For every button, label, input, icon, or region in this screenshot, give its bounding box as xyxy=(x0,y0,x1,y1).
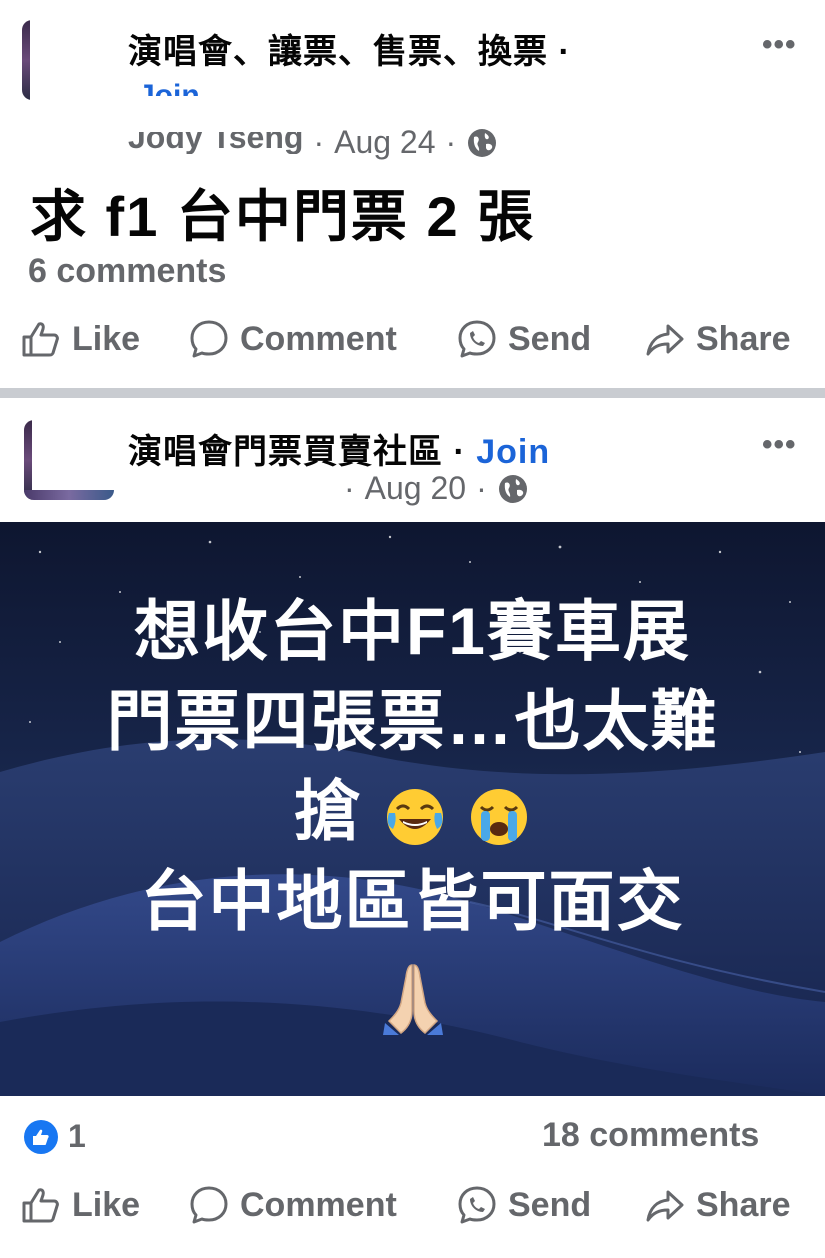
post-1: 演唱會、讓票、售票、換票 · Join ••• Jody Tseng · Aug… xyxy=(0,0,825,388)
join-link[interactable]: Join xyxy=(476,433,550,471)
like-reaction-icon xyxy=(24,1119,58,1154)
thumbs-up-icon xyxy=(22,1188,59,1223)
caption-line-5 xyxy=(0,946,825,1036)
caption-line-1: 想收台中F1賽車展 xyxy=(133,594,692,668)
caption-line-3-text: 搶 xyxy=(294,774,363,848)
post-text: 求 f1 台中門票 2 張 xyxy=(30,185,536,248)
action-bar: Like Comment Send Share xyxy=(0,318,825,378)
group-avatar[interactable] xyxy=(24,420,114,500)
loudly-crying-emoji xyxy=(470,788,527,845)
share-button[interactable]: Share xyxy=(644,318,791,360)
post-meta: Jody Tseng · Aug 24 · xyxy=(128,124,498,161)
reaction-summary[interactable]: 1 xyxy=(24,1118,86,1155)
like-button[interactable]: Like xyxy=(20,318,140,360)
like-label: Like xyxy=(72,1185,141,1224)
meta-dot: · xyxy=(445,124,457,160)
comment-label: Comment xyxy=(240,319,397,358)
tears-of-joy-emoji xyxy=(386,788,443,845)
thumbs-up-icon xyxy=(22,322,59,357)
image-caption: 想收台中F1賽車展 門票四張票…也太難 搶 台中地區皆可面交 xyxy=(0,586,825,1036)
folded-hands-emoji xyxy=(382,963,443,1035)
globe-icon xyxy=(468,128,497,157)
group-name-text: 演唱會門票買賣社區 · xyxy=(128,433,466,471)
post-date[interactable]: Aug 24 xyxy=(334,124,435,161)
group-name[interactable]: 演唱會、讓票、售票、換票 · xyxy=(128,24,571,73)
action-bar: Like Comment Send Share xyxy=(0,1184,825,1244)
globe-icon xyxy=(498,474,527,503)
like-button[interactable]: Like xyxy=(20,1184,140,1226)
post-separator xyxy=(0,388,825,398)
share-button[interactable]: Share xyxy=(644,1184,791,1226)
comment-button[interactable]: Comment xyxy=(188,318,397,360)
share-label: Share xyxy=(696,319,791,358)
meta-dot: · xyxy=(476,470,487,506)
send-label: Send xyxy=(508,1185,592,1224)
messenger-icon xyxy=(458,1186,496,1224)
author-name[interactable]: Jody Tseng xyxy=(128,132,303,154)
share-arrow-icon xyxy=(646,324,684,356)
more-options-icon[interactable]: ••• xyxy=(762,428,797,462)
post-2: 演唱會門票買賣社區 · Join ••• · Aug 20 · 想收台中F1賽車… xyxy=(0,398,825,1258)
send-label: Send xyxy=(508,319,592,358)
caption-line-2: 門票四張票…也太難 xyxy=(106,684,719,758)
join-link[interactable]: Join xyxy=(138,82,200,96)
share-arrow-icon xyxy=(646,1190,684,1222)
post-date[interactable]: Aug 20 xyxy=(365,470,466,507)
more-options-icon[interactable]: ••• xyxy=(762,28,797,62)
messenger-icon xyxy=(458,320,496,358)
share-label: Share xyxy=(696,1185,791,1224)
send-button[interactable]: Send xyxy=(456,1184,591,1226)
send-button[interactable]: Send xyxy=(456,318,591,360)
like-label: Like xyxy=(72,319,141,358)
comment-button[interactable]: Comment xyxy=(188,1184,397,1226)
group-name[interactable]: 演唱會門票買賣社區 · Join xyxy=(128,424,550,473)
comment-bubble-icon xyxy=(190,320,228,358)
meta-dot: · xyxy=(313,124,325,160)
caption-line-3: 搶 xyxy=(0,766,825,856)
comments-count[interactable]: 18 comments xyxy=(542,1116,759,1155)
comment-bubble-icon xyxy=(190,1186,228,1224)
meta-dot: · xyxy=(344,470,355,506)
reaction-count: 1 xyxy=(68,1118,86,1154)
post-image[interactable]: 想收台中F1賽車展 門票四張票…也太難 搶 台中地區皆可面交 xyxy=(0,522,825,1096)
group-avatar[interactable] xyxy=(22,20,112,100)
post-meta: · Aug 20 · xyxy=(344,470,529,507)
comment-label: Comment xyxy=(240,1185,397,1224)
comments-count[interactable]: 6 comments xyxy=(28,252,226,291)
caption-line-4: 台中地區皆可面交 xyxy=(140,864,685,938)
